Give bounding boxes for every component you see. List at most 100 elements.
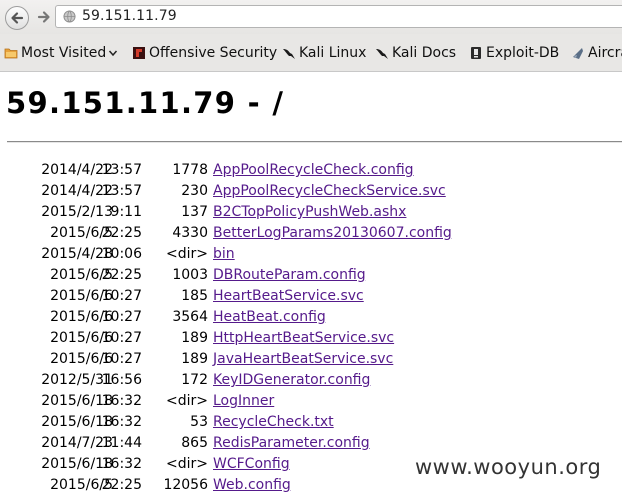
exploitdb-icon — [471, 47, 481, 59]
listing-row: 2015/6/5 22:25 1003 DBRouteParam.config — [0, 265, 622, 286]
entry-size: 53 — [190, 414, 208, 430]
entry-link[interactable]: bin — [213, 244, 235, 265]
url-bar[interactable]: 59.151.11.79 — [55, 5, 622, 28]
entry-size: 137 — [181, 204, 208, 220]
entry-link[interactable]: Web.config — [213, 475, 291, 496]
listing-row: 2014/7/23 11:44 865 RedisParameter.config — [0, 433, 622, 454]
entry-link[interactable]: RecycleCheck.txt — [213, 412, 334, 433]
kali-dragon-icon — [376, 49, 388, 59]
entry-time: 22:25 — [101, 267, 142, 283]
entry-link[interactable]: HeatBeat.config — [213, 307, 326, 328]
entry-link[interactable]: HeartBeatService.svc — [213, 286, 364, 307]
entry-size: 189 — [181, 330, 208, 346]
entry-time: 16:32 — [101, 393, 142, 409]
entry-link[interactable]: B2CTopPolicyPushWeb.ashx — [213, 202, 406, 223]
listing-row: 2015/2/13 9:11 137 B2CTopPolicyPushWeb.ashx — [0, 202, 622, 223]
entry-date: 2015/6/6 — [50, 330, 113, 346]
entry-time: 22:25 — [101, 477, 142, 493]
listing-row: 2015/6/6 10:27 189 JavaHeartBeatService.svc — [0, 349, 622, 370]
listing-row: 2015/6/5 22:25 4330 BetterLogParams20130607… — [0, 223, 622, 244]
entry-time: 16:32 — [101, 414, 142, 430]
folder-icon — [4, 48, 18, 59]
entry-time: 10:27 — [101, 288, 142, 304]
entry-time: 13:57 — [101, 162, 142, 178]
entry-date: 2015/6/5 — [50, 267, 113, 283]
entry-link[interactable]: DBRouteParam.config — [213, 265, 366, 286]
listing-row: 2015/6/18 16:32 53 RecycleCheck.txt — [0, 412, 622, 433]
bookmark-most-visited[interactable]: Most Visited — [4, 43, 118, 63]
bookmark-aircrack[interactable]: Aircra — [571, 43, 622, 63]
entry-link[interactable]: AppPoolRecycleCheckService.svc — [213, 181, 446, 202]
entry-size: 230 — [181, 183, 208, 199]
horizontal-rule — [7, 141, 622, 143]
entry-size: 189 — [181, 351, 208, 367]
entry-time: 16:56 — [101, 372, 142, 388]
entry-link[interactable]: BetterLogParams20130607.config — [213, 223, 452, 244]
directory-listing: 2014/4/22 13:57 1778 AppPoolRecycleCheck.co… — [0, 160, 622, 496]
watermark-text: www.wooyun.org — [415, 455, 602, 479]
listing-row: 2015/6/6 10:27 189 HttpHeartBeatService.svc — [0, 328, 622, 349]
entry-date: 2015/4/28 — [41, 246, 113, 262]
entry-date: 2015/6/5 — [50, 225, 113, 241]
entry-date: 2015/6/6 — [50, 309, 113, 325]
entry-date: 2012/5/31 — [41, 372, 113, 388]
back-button[interactable] — [5, 6, 29, 30]
chevron-down-icon — [109, 50, 118, 57]
bookmark-offensive-security[interactable]: Offensive Security — [132, 43, 277, 63]
entry-date: 2015/2/13 — [41, 204, 113, 220]
entry-size: 1003 — [172, 267, 208, 283]
entry-date: 2014/7/23 — [41, 435, 113, 451]
entry-time: 13:57 — [101, 183, 142, 199]
listing-row: 2014/4/22 13:57 230 AppPoolRecycleCheckServ… — [0, 181, 622, 202]
entry-size: 865 — [181, 435, 208, 451]
aircrack-icon — [573, 48, 583, 59]
entry-size: <dir> — [166, 246, 208, 262]
entry-time: 11:44 — [101, 435, 142, 451]
bookmark-kali-linux[interactable]: Kali Linux — [282, 43, 366, 63]
globe-icon — [63, 10, 76, 23]
bookmarks-toolbar: Most Visited Offensive Security Kali Lin… — [0, 34, 622, 72]
listing-row: 2015/6/6 10:27 3564 HeatBeat.config — [0, 307, 622, 328]
offsec-logo-icon — [133, 47, 145, 59]
entry-size: <dir> — [166, 393, 208, 409]
entry-time: 9:11 — [110, 204, 142, 220]
entry-size: 185 — [181, 288, 208, 304]
page-content: 59.151.11.79 - / 2014/4/22 13:57 1778 AppPo… — [0, 72, 622, 498]
entry-link[interactable]: HttpHeartBeatService.svc — [213, 328, 394, 349]
entry-date: 2015/6/5 — [50, 477, 113, 493]
entry-date: 2015/6/18 — [41, 414, 113, 430]
listing-row: 2014/4/22 13:57 1778 AppPoolRecycleCheck.co… — [0, 160, 622, 181]
kali-dragon-icon — [283, 49, 295, 59]
entry-date: 2014/4/22 — [41, 162, 113, 178]
bookmark-exploit-db[interactable]: Exploit-DB — [469, 43, 559, 63]
entry-date: 2015/6/18 — [41, 456, 113, 472]
listing-row: 2015/6/6 10:27 185 HeartBeatService.svc — [0, 286, 622, 307]
bookmark-kali-docs[interactable]: Kali Docs — [375, 43, 456, 63]
entry-link[interactable]: RedisParameter.config — [213, 433, 370, 454]
listing-row: 2012/5/31 16:56 172 KeyIDGenerator.config — [0, 370, 622, 391]
forward-arrow-icon — [37, 11, 50, 23]
entry-size: 172 — [181, 372, 208, 388]
entry-date: 2014/4/22 — [41, 183, 113, 199]
entry-date: 2015/6/18 — [41, 393, 113, 409]
listing-row: 2015/6/18 16:32 <dir> LogInner — [0, 391, 622, 412]
entry-link[interactable]: KeyIDGenerator.config — [213, 370, 370, 391]
entry-date: 2015/6/6 — [50, 351, 113, 367]
entry-link[interactable]: JavaHeartBeatService.svc — [213, 349, 393, 370]
entry-link[interactable]: WCFConfig — [213, 454, 290, 475]
entry-size: 1778 — [172, 162, 208, 178]
url-text: 59.151.11.79 — [82, 8, 177, 24]
entry-link[interactable]: AppPoolRecycleCheck.config — [213, 160, 414, 181]
entry-size: <dir> — [166, 456, 208, 472]
entry-time: 10:27 — [101, 309, 142, 325]
navigation-toolbar: 59.151.11.79 — [0, 0, 622, 34]
entry-time: 10:06 — [101, 246, 142, 262]
entry-size: 3564 — [172, 309, 208, 325]
forward-button[interactable] — [33, 6, 55, 28]
entry-time: 10:27 — [101, 330, 142, 346]
entry-link[interactable]: LogInner — [213, 391, 274, 412]
back-arrow-icon — [11, 12, 24, 24]
entry-date: 2015/6/6 — [50, 288, 113, 304]
entry-time: 22:25 — [101, 225, 142, 241]
listing-row: 2015/4/28 10:06 <dir> bin — [0, 244, 622, 265]
